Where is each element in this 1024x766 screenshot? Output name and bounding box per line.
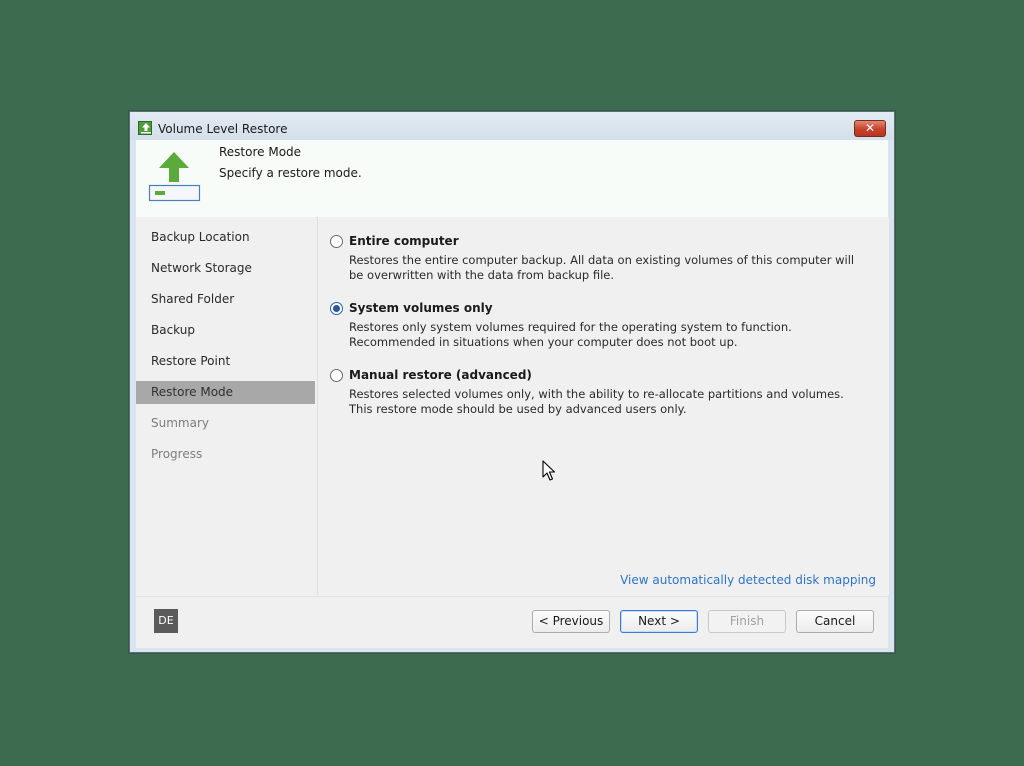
disk-mapping-link[interactable]: View automatically detected disk mapping <box>620 573 876 587</box>
title-bar[interactable]: Volume Level Restore ✕ <box>130 112 894 140</box>
window-title: Volume Level Restore <box>158 122 288 136</box>
sidebar-item-backup[interactable]: Backup <box>136 319 315 342</box>
sidebar-item-progress: Progress <box>151 447 203 461</box>
system-volumes-radio[interactable] <box>330 302 343 315</box>
wizard-body: Restore Mode Specify a restore mode. Bac… <box>136 140 889 648</box>
sidebar-item-network-storage[interactable]: Network Storage <box>136 257 315 280</box>
manual-restore-label[interactable]: Manual restore (advanced) <box>349 368 532 382</box>
restore-arrow-icon <box>138 121 152 135</box>
language-indicator: DE <box>154 609 178 633</box>
sidebar-item-shared-folder[interactable]: Shared Folder <box>136 288 315 311</box>
cancel-button[interactable]: Cancel <box>796 610 874 633</box>
entire-computer-label[interactable]: Entire computer <box>349 234 459 248</box>
manual-restore-radio[interactable] <box>330 369 343 382</box>
wizard-footer: DE < Previous Next > Finish Cancel <box>136 596 888 648</box>
restore-mode-panel: Entire computer Restores the entire comp… <box>317 217 889 595</box>
page-subtitle: Specify a restore mode. <box>219 166 362 180</box>
system-volumes-label[interactable]: System volumes only <box>349 301 493 315</box>
wizard-header: Restore Mode Specify a restore mode. <box>136 140 888 218</box>
sidebar-item-restore-point[interactable]: Restore Point <box>136 350 315 373</box>
system-volumes-description: Restores only system volumes required fo… <box>349 320 792 349</box>
manual-restore-description: Restores selected volumes only, with the… <box>349 387 844 416</box>
entire-computer-radio[interactable] <box>330 235 343 248</box>
sidebar-item-backup-location[interactable]: Backup Location <box>136 226 315 249</box>
previous-button[interactable]: < Previous <box>532 610 610 633</box>
sidebar-item-summary: Summary <box>151 416 209 430</box>
next-button[interactable]: Next > <box>620 610 698 633</box>
page-title: Restore Mode <box>219 145 302 159</box>
finish-button: Finish <box>708 610 786 633</box>
entire-computer-description: Restores the entire computer backup. All… <box>349 253 855 282</box>
close-button[interactable]: ✕ <box>854 120 886 137</box>
wizard-steps-sidebar: Backup Location Network Storage Shared F… <box>136 217 316 595</box>
sidebar-item-restore-mode[interactable]: Restore Mode <box>136 381 315 404</box>
restore-arrow-drive-icon <box>148 150 202 208</box>
restore-wizard-window: Volume Level Restore ✕ Restore Mode Spec… <box>129 111 895 653</box>
mouse-pointer-icon <box>542 460 556 485</box>
